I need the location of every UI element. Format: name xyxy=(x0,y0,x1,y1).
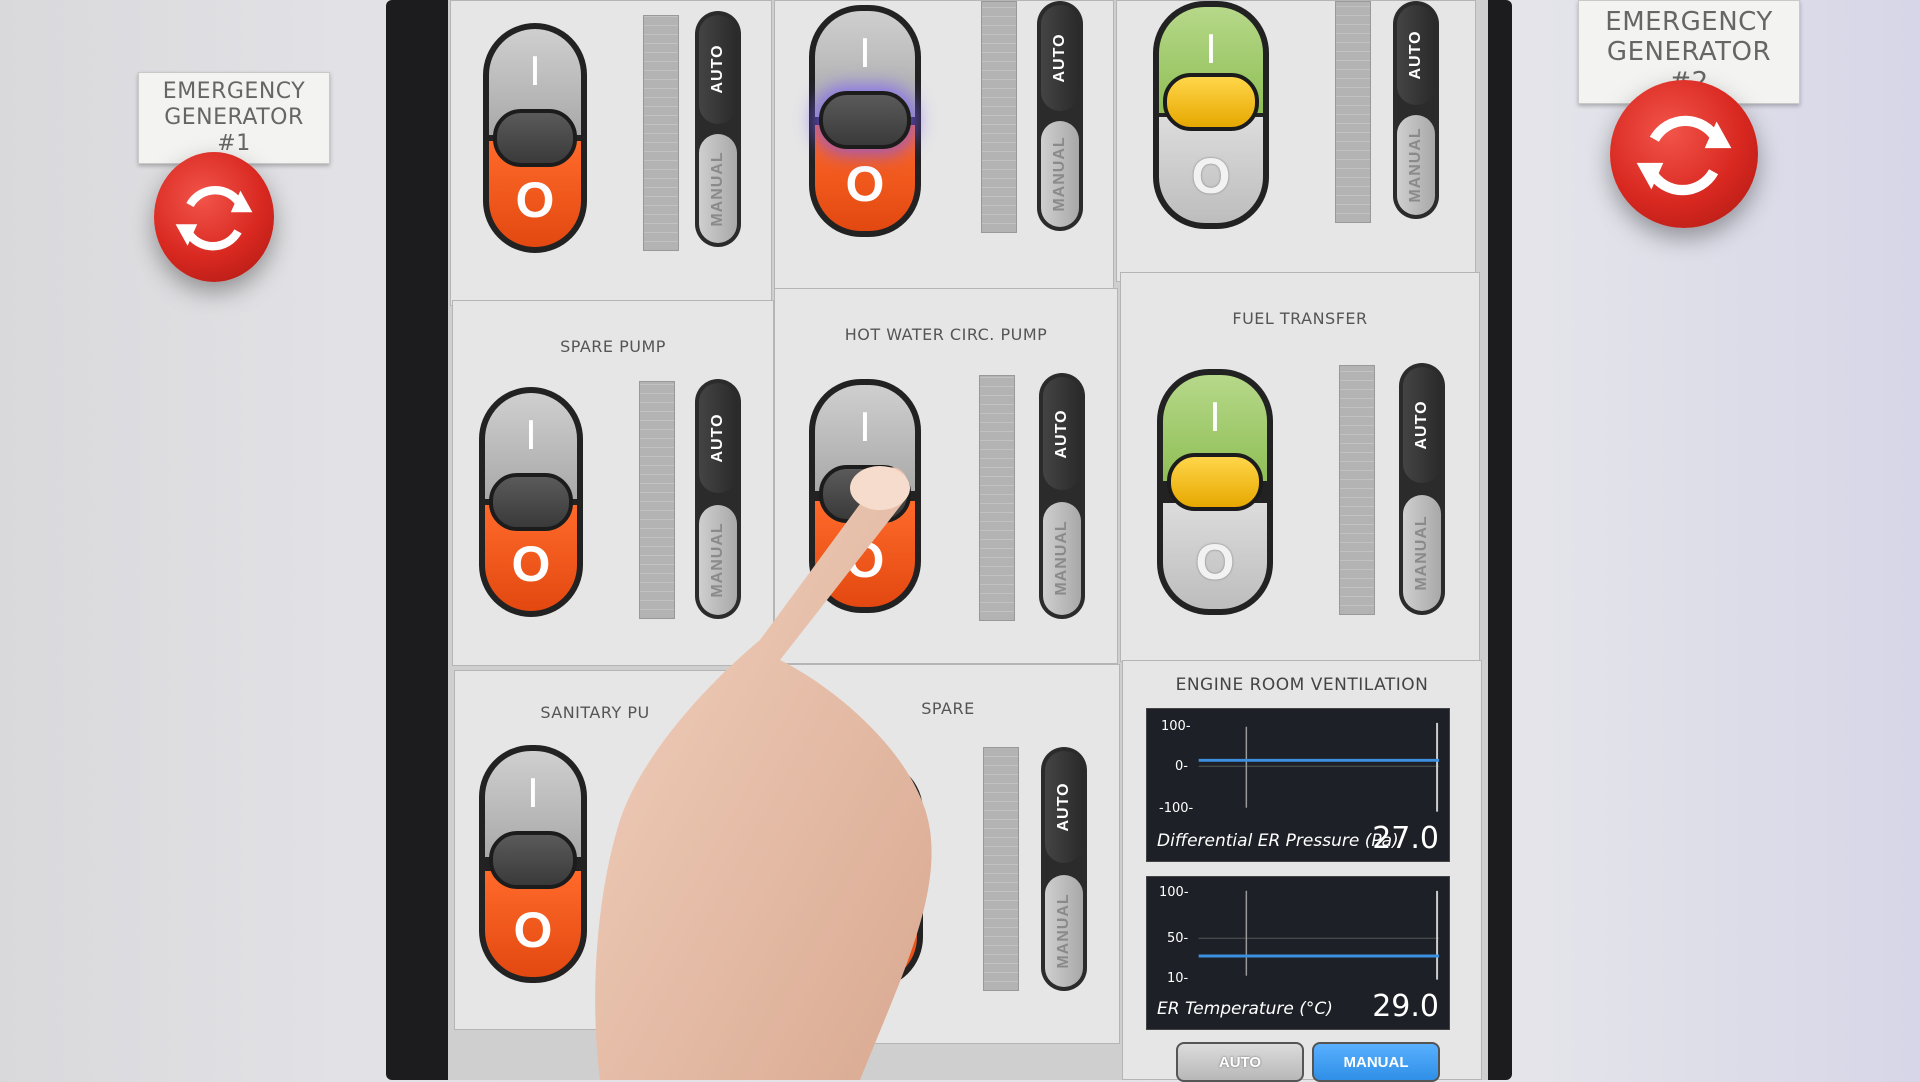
manual-label: MANUAL xyxy=(1053,520,1070,597)
off-label: O xyxy=(1195,534,1235,590)
spare-pump-toggle[interactable]: I O xyxy=(479,387,583,617)
on-label: I xyxy=(529,47,541,94)
on-label: I xyxy=(1205,25,1217,72)
spare-pump-panel: SPARE PUMP I O AUTO MANUAL xyxy=(452,300,774,666)
level-slot xyxy=(1339,365,1375,615)
temperature-tick-10: 10- xyxy=(1167,971,1189,986)
auto-label: AUTO xyxy=(1055,782,1072,832)
level-slot xyxy=(983,747,1019,991)
on-label: I xyxy=(1209,393,1221,440)
temperature-label: ER Temperature (°C) xyxy=(1157,999,1333,1019)
toggle-knob xyxy=(1163,73,1259,131)
sanitary-pump-toggle[interactable]: I O xyxy=(479,745,587,983)
manual-label: MANUAL xyxy=(1413,515,1430,591)
toggle-knob xyxy=(493,109,577,167)
on-label: I xyxy=(859,403,871,450)
spare-mode-selector[interactable]: AUTO MANUAL xyxy=(1041,747,1087,991)
toggle-knob xyxy=(819,91,911,149)
off-label: O xyxy=(845,156,885,212)
manual-label: MANUAL xyxy=(1055,893,1072,969)
level-slot xyxy=(981,1,1017,233)
fuel-transfer-mode-selector[interactable]: AUTO MANUAL xyxy=(1399,363,1445,615)
auto-label: AUTO xyxy=(1413,400,1430,450)
pump-3-mode-selector[interactable]: AUTO MANUAL xyxy=(1393,1,1439,219)
level-slot xyxy=(1335,1,1371,223)
pressure-tick-0: 0- xyxy=(1175,759,1188,774)
auto-label: AUTO xyxy=(709,44,726,94)
spare-toggle[interactable]: I O xyxy=(811,759,923,989)
pressure-tick-100: 100- xyxy=(1161,719,1191,734)
sanitary-pump-title: SANITARY PU xyxy=(540,703,650,722)
level-slot xyxy=(643,15,679,251)
spare-pump-mode-selector[interactable]: AUTO MANUAL xyxy=(695,379,741,619)
level-slot xyxy=(639,381,675,619)
auto-label: AUTO xyxy=(1053,409,1070,459)
pump-1-toggle[interactable]: I O xyxy=(483,23,587,253)
pump-panel-1: I O AUTO MANUAL xyxy=(450,0,772,306)
pressure-tick-minus-100: -100- xyxy=(1159,801,1194,816)
ventilation-auto-button[interactable]: AUTO xyxy=(1176,1042,1304,1082)
manual-label: MANUAL xyxy=(1051,136,1068,212)
ventilation-title: ENGINE ROOM VENTILATION xyxy=(1175,675,1429,695)
ventilation-manual-button[interactable]: MANUAL xyxy=(1312,1042,1440,1082)
hot-water-circ-pump-panel: HOT WATER CIRC. PUMP I O AUTO MANUAL xyxy=(774,288,1118,664)
fuel-transfer-toggle[interactable]: I O xyxy=(1157,369,1273,615)
auto-label: AUTO xyxy=(709,413,726,463)
sanitary-pump-panel: SANITARY PU I O xyxy=(454,670,776,1030)
manual-label: MANUAL xyxy=(1407,127,1424,203)
hot-water-circ-pump-toggle[interactable]: I O xyxy=(809,379,921,613)
on-label: I xyxy=(859,29,871,76)
hot-water-circ-pump-title: HOT WATER CIRC. PUMP xyxy=(844,325,1048,344)
on-label: I xyxy=(527,769,539,816)
hot-water-circ-pump-mode-selector[interactable]: AUTO MANUAL xyxy=(1039,373,1085,619)
spare-title: SPARE xyxy=(921,699,975,718)
temperature-tick-100: 100- xyxy=(1159,885,1189,900)
auto-label: AUTO xyxy=(1407,30,1424,80)
restart-arrows-icon xyxy=(175,185,253,251)
off-label: O xyxy=(511,536,551,592)
off-label: O xyxy=(1191,148,1231,204)
emergency-generator-1-label: EMERGENCY GENERATOR #1 xyxy=(138,72,330,164)
temperature-tick-50: 50- xyxy=(1167,931,1189,946)
er-temperature-chart: 100- 50- 10- ER Temperature (°C) 29.0 xyxy=(1146,876,1450,1030)
emergency-generator-1-button[interactable] xyxy=(154,152,274,282)
toggle-knob xyxy=(1167,453,1263,511)
manual-label: MANUAL xyxy=(709,522,726,598)
fuel-transfer-panel: FUEL TRANSFER I O AUTO MANUAL xyxy=(1120,272,1480,662)
off-label: O xyxy=(513,902,553,958)
toggle-knob xyxy=(819,465,911,523)
on-label: I xyxy=(525,411,537,458)
toggle-knob xyxy=(821,845,913,903)
off-label: O xyxy=(847,908,887,964)
pump-1-mode-selector[interactable]: AUTO MANUAL xyxy=(695,11,741,247)
differential-pressure-chart: 100- 0- -100- Differential ER Pressure (… xyxy=(1146,708,1450,862)
emergency-generator-2-button[interactable] xyxy=(1610,80,1758,228)
pump-2-mode-selector[interactable]: AUTO MANUAL xyxy=(1037,1,1083,231)
toggle-knob xyxy=(489,831,577,889)
pressure-label: Differential ER Pressure (Pa) xyxy=(1157,831,1399,851)
off-label: O xyxy=(845,532,885,588)
pump-2-toggle[interactable]: I O xyxy=(809,5,921,237)
off-label: O xyxy=(515,172,555,228)
auto-label: AUTO xyxy=(1051,33,1068,83)
temperature-value: 29.0 xyxy=(1372,989,1439,1024)
toggle-knob xyxy=(489,473,573,531)
pump-panel-2: I O AUTO MANUAL xyxy=(774,0,1114,296)
spare-pump-title: SPARE PUMP xyxy=(560,337,666,356)
pump-3-toggle[interactable]: I O xyxy=(1153,1,1269,229)
on-label: I xyxy=(861,783,873,830)
manual-label: MANUAL xyxy=(709,151,726,227)
pump-panel-3: I O AUTO MANUAL xyxy=(1116,0,1476,282)
pressure-value: 27.0 xyxy=(1372,821,1439,856)
fuel-transfer-title: FUEL TRANSFER xyxy=(1232,309,1368,328)
restart-arrows-icon xyxy=(1636,115,1732,196)
level-slot xyxy=(979,375,1015,621)
spare-panel: SPARE I O AUTO MANUAL xyxy=(776,664,1120,1044)
